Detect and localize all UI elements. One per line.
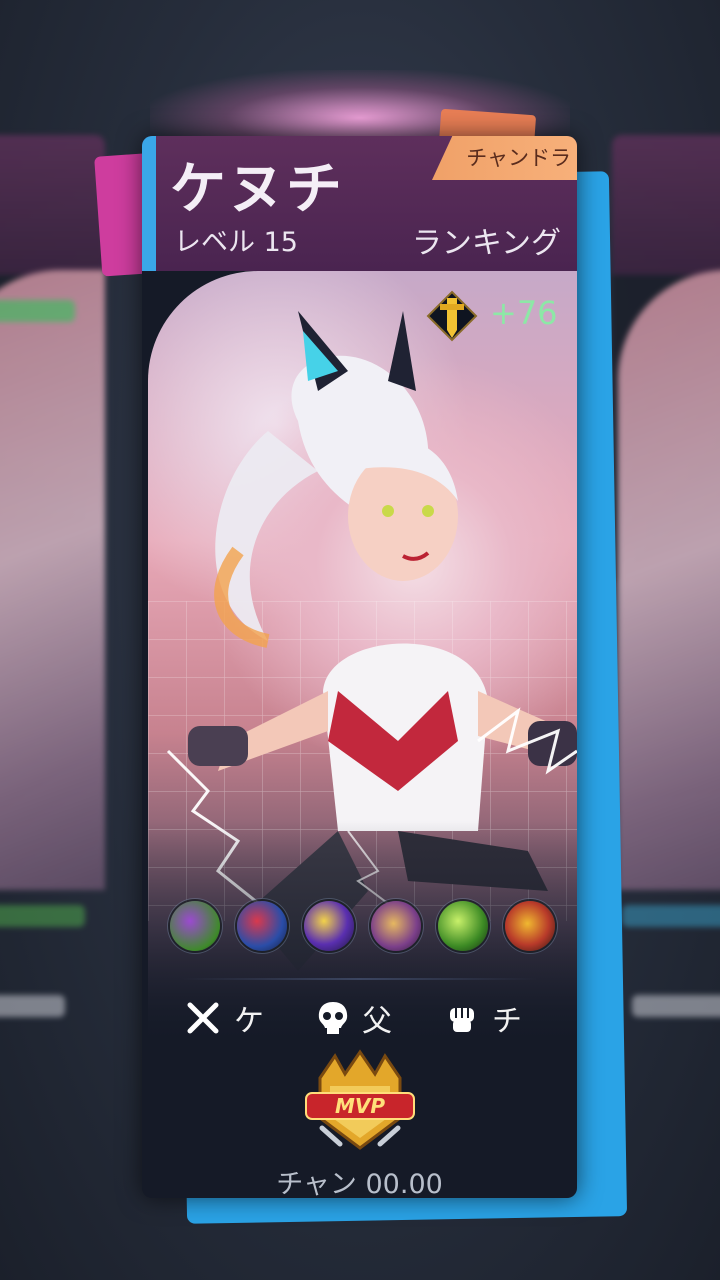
hero-level: レベル 15 bbox=[174, 227, 298, 258]
hero-result-card[interactable]: ケヌチ レベル 15 ランキング チャンドラ +76 ケ 父 チ MVP チャン… bbox=[142, 136, 577, 1198]
spear-item-icon[interactable] bbox=[304, 901, 354, 951]
assists-stat: チ bbox=[444, 996, 522, 1040]
assists-value: チ bbox=[492, 1004, 522, 1039]
mvp-badge: MVP bbox=[305, 1049, 415, 1150]
score-text: チャン 00.00 bbox=[276, 1169, 443, 1198]
skull-icon bbox=[318, 1002, 348, 1034]
header-stripe bbox=[142, 136, 156, 271]
claw-item-icon[interactable] bbox=[438, 901, 488, 951]
deaths-stat: 父 bbox=[316, 996, 392, 1040]
shield-item-icon[interactable] bbox=[371, 901, 421, 951]
kills-value: ケ bbox=[234, 1004, 264, 1039]
deaths-value: 父 bbox=[362, 1004, 392, 1039]
boots-item-icon[interactable] bbox=[170, 901, 220, 951]
equipment-items bbox=[170, 901, 555, 955]
side-card-right[interactable] bbox=[612, 135, 720, 1200]
section-divider bbox=[182, 978, 537, 980]
mvp-label: MVP bbox=[335, 1094, 385, 1118]
hero-name: ケヌチ bbox=[170, 156, 344, 222]
side-card-left[interactable] bbox=[0, 135, 105, 1200]
fist-icon bbox=[450, 1008, 474, 1032]
armor-item-icon[interactable] bbox=[505, 901, 555, 951]
kda-stats: ケ 父 チ bbox=[142, 996, 577, 1040]
blade-item-icon[interactable] bbox=[237, 901, 287, 951]
card-header: ケヌチ レベル 15 ランキング チャンドラ bbox=[142, 136, 577, 271]
kills-stat: ケ bbox=[184, 996, 264, 1040]
medal-value: +76 bbox=[490, 294, 558, 332]
crossed-swords-icon bbox=[187, 1002, 219, 1034]
medal-badge-icon bbox=[426, 290, 478, 342]
role-tag-text: チャンドラ bbox=[466, 146, 571, 170]
ranking-label[interactable]: ランキング bbox=[412, 218, 561, 262]
